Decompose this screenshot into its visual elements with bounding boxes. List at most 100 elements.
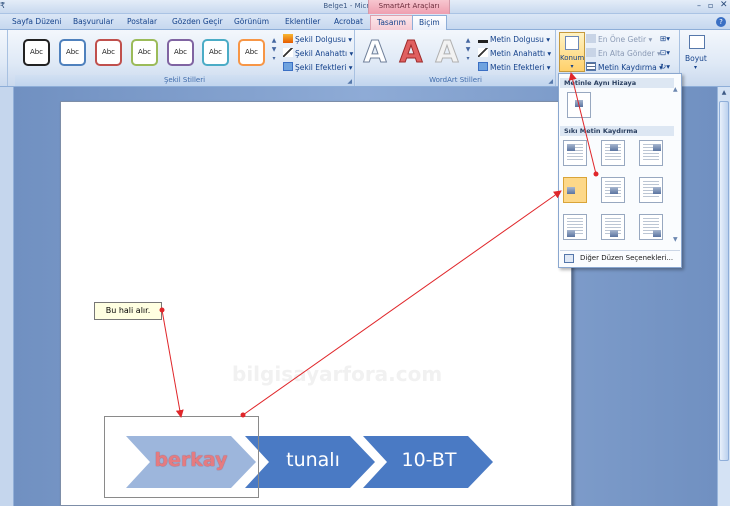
ribbon-group-wordart-styles: A A A ▲ ▼ ▾ Metin Dolgusu ▾ Metin Anahattı… (356, 30, 556, 86)
tab-add-ins[interactable]: Eklentiler (285, 17, 320, 26)
maximize-icon[interactable]: ▫ (708, 1, 713, 10)
shape-effects-icon (283, 62, 293, 71)
position-icon (565, 36, 579, 50)
help-icon[interactable]: ? (716, 17, 726, 27)
vertical-ruler (0, 87, 14, 506)
text-wrap-icon (586, 62, 596, 71)
send-to-back-button[interactable]: En Alta Gönder ▾ (586, 48, 661, 58)
position-button[interactable]: Konum ▾ (559, 32, 585, 72)
group-icon[interactable]: ⊡▾ (660, 48, 670, 57)
picture-icon (567, 230, 575, 237)
shape-styles-more-icon[interactable]: ▲ ▼ ▾ (270, 36, 278, 63)
picture-icon (610, 187, 618, 194)
size-button[interactable]: Boyut (685, 54, 707, 63)
wordart-style-1[interactable]: A (396, 35, 426, 70)
text-outline-icon (478, 48, 488, 57)
picture-icon (610, 144, 618, 151)
align-icon[interactable]: ⊞▾ (660, 34, 670, 43)
wordart-style-0[interactable]: A (360, 35, 390, 70)
shape-style-5[interactable]: Abc (202, 39, 229, 66)
smartart-text-3[interactable]: 10-BT (384, 449, 474, 471)
position-bottom-center-option[interactable] (601, 214, 625, 240)
wordart-styles-group-label: WordArt Stilleri (356, 75, 555, 86)
text-fill-button[interactable]: Metin Dolgusu ▾ (478, 34, 550, 44)
text-wrap-button[interactable]: Metin Kaydırma ▾ (586, 62, 663, 72)
ribbon-group-size: Boyut ▾ (680, 30, 716, 86)
dialog-launcher-icon[interactable]: ◢ (347, 78, 352, 85)
position-bottom-left-option[interactable] (563, 214, 587, 240)
dialog-launcher-icon[interactable]: ◢ (548, 78, 553, 85)
text-outline-button[interactable]: Metin Anahattı ▾ (478, 48, 551, 58)
wrap-position-dropdown: Metinle Aynı Hizaya Sıkı Metin Kaydırma … (558, 73, 682, 268)
shape-style-1[interactable]: Abc (59, 39, 86, 66)
wordart-style-2[interactable]: A (432, 35, 462, 70)
size-dropdown-icon[interactable]: ▾ (694, 64, 697, 71)
tab-mailings[interactable]: Postalar (127, 17, 157, 26)
shape-outline-button[interactable]: Şekil Anahattı ▾ (283, 48, 353, 58)
smartart-text-2[interactable]: tunalı (268, 449, 358, 471)
position-top-center-option[interactable] (601, 140, 625, 166)
tab-page-layout[interactable]: Sayfa Düzeni (12, 17, 61, 26)
position-inline-option[interactable] (567, 92, 591, 118)
window-title: Belge1 - Microsoft Word (323, 2, 407, 10)
picture-icon (610, 230, 618, 237)
shape-style-0[interactable]: Abc (23, 39, 50, 66)
smartart-selection-frame (104, 416, 259, 498)
position-button-label: Konum (560, 54, 585, 62)
tab-references[interactable]: Başvurular (73, 17, 113, 26)
shape-effects-button[interactable]: Şekil Efektleri ▾ (283, 62, 353, 72)
layout-options-icon (564, 254, 574, 263)
position-top-left-option[interactable] (563, 140, 587, 166)
text-effects-icon (478, 62, 488, 71)
shape-style-2[interactable]: Abc (95, 39, 122, 66)
minimize-icon[interactable]: – (697, 1, 701, 10)
inline-section-header: Metinle Aynı Hizaya (560, 78, 674, 88)
smartart-tools-context-label: SmartArt Araçları (368, 0, 450, 14)
position-middle-left-option[interactable] (563, 177, 587, 203)
square-wrap-section-header: Sıkı Metin Kaydırma (560, 126, 674, 136)
picture-icon (567, 187, 575, 194)
picture-icon (567, 144, 575, 151)
tab-view[interactable]: Görünüm (234, 17, 269, 26)
shape-styles-group-label: Şekil Stilleri (15, 75, 354, 86)
position-middle-center-option[interactable] (601, 177, 625, 203)
tab-review[interactable]: Gözden Geçir (172, 17, 223, 26)
position-dropdown-icon: ▾ (570, 63, 574, 70)
ribbon-tab-bar: Sayfa Düzeni Başvurular Postalar Gözden … (0, 14, 730, 30)
vertical-scrollbar[interactable]: ▲ (717, 87, 730, 506)
tab-acrobat[interactable]: Acrobat (334, 17, 363, 26)
position-middle-right-option[interactable] (639, 177, 663, 203)
dropdown-scrollbar[interactable]: ▲ ▼ (673, 86, 681, 246)
shape-style-4[interactable]: Abc (167, 39, 194, 66)
picture-icon (653, 230, 661, 237)
tab-format[interactable]: Biçim (412, 15, 447, 30)
dropdown-scroll-down-icon[interactable]: ▼ (673, 236, 678, 243)
rotate-icon[interactable]: ↻▾ (660, 62, 670, 71)
bring-front-icon (586, 34, 596, 43)
title-bar: ₹ Belge1 - Microsoft Word SmartArt Araçl… (0, 0, 730, 14)
shape-style-3[interactable]: Abc (131, 39, 158, 66)
dropdown-scroll-up-icon[interactable]: ▲ (673, 86, 678, 93)
shape-style-6[interactable]: Abc (238, 39, 265, 66)
tab-design[interactable]: Tasarım (370, 15, 413, 30)
position-top-right-option[interactable] (639, 140, 663, 166)
picture-icon (653, 187, 661, 194)
wordart-styles-more-icon[interactable]: ▲ ▼ ▾ (464, 36, 472, 63)
text-effects-button[interactable]: Metin Efektleri ▾ (478, 62, 551, 72)
ribbon-group-shape-styles: Abc Abc Abc Abc Abc Abc Abc ▲ ▼ ▾ Şekil Do… (15, 30, 355, 86)
bring-to-front-button[interactable]: En Öne Getir ▾ (586, 34, 652, 44)
text-fill-icon (478, 34, 488, 43)
size-icon (689, 35, 705, 49)
send-back-icon (586, 48, 596, 57)
more-layout-options-button[interactable]: Diğer Düzen Seçenekleri... (560, 250, 680, 266)
paint-bucket-icon (283, 34, 293, 43)
ribbon-group-edge (0, 30, 8, 86)
watermark-text: bilgisayarfora.com (232, 362, 443, 386)
pencil-icon (283, 48, 293, 57)
scroll-up-icon[interactable]: ▲ (719, 88, 729, 98)
scroll-thumb[interactable] (719, 101, 729, 461)
picture-icon (575, 100, 583, 107)
position-bottom-right-option[interactable] (639, 214, 663, 240)
shape-fill-button[interactable]: Şekil Dolgusu ▾ (283, 34, 352, 44)
close-icon[interactable]: ✕ (720, 0, 728, 10)
